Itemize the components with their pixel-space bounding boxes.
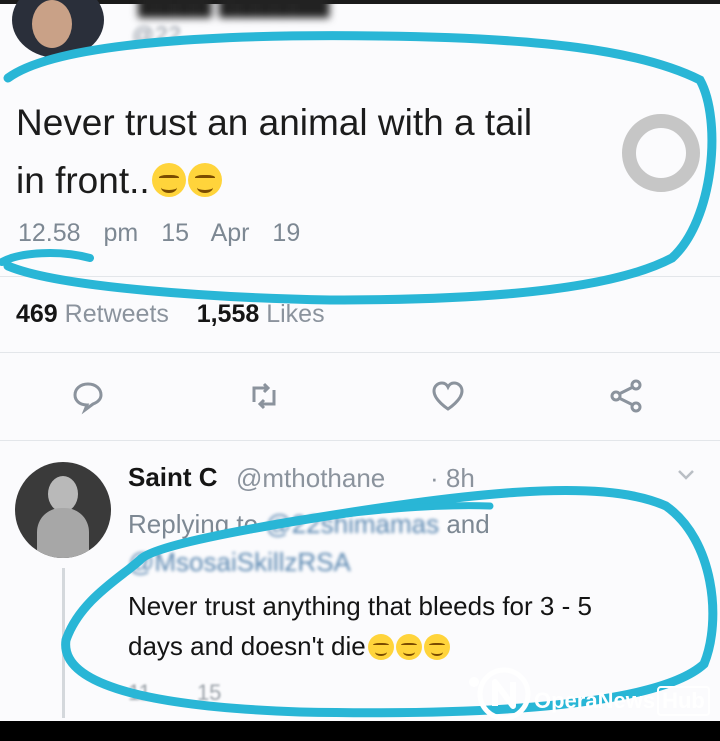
replying-to-user1[interactable]: @22shimamas	[265, 509, 439, 539]
tweet-timestamp: 12.58 pm 15 Apr 19	[18, 219, 300, 248]
like-icon	[432, 381, 464, 411]
reply-actions[interactable]: 11 15	[128, 680, 221, 706]
author-handle[interactable]: @22	[132, 22, 182, 48]
divider	[0, 352, 720, 353]
share-button[interactable]	[606, 376, 646, 416]
retweets-stat[interactable]: 469 Retweets	[16, 300, 169, 328]
grey-ring-icon	[622, 114, 700, 192]
replying-to: Replying to @22shimamas and @MsosaiSkill…	[128, 509, 490, 577]
divider	[0, 440, 720, 441]
retweet-button[interactable]	[244, 376, 284, 416]
reply-text-line2: days and doesn't die	[128, 631, 366, 661]
tweet-text: Never trust an animal with a tail in fro…	[16, 94, 636, 210]
reply-text: Never trust anything that bleeds for 3 -…	[128, 586, 688, 666]
reply-icon	[73, 382, 103, 415]
reply-time: · 8h	[430, 463, 475, 493]
like-button[interactable]	[428, 376, 468, 416]
reply-author-handle[interactable]: @mthothane	[236, 463, 385, 494]
thread-line	[62, 568, 65, 718]
tweet-stats: 469 Retweets 1,558 Likes	[16, 300, 325, 329]
grin-emoji-icon	[395, 634, 422, 660]
tweet-text-line1: Never trust an animal with a tail	[16, 102, 533, 143]
replying-to-user2[interactable]: @MsosaiSkillzRSA	[128, 547, 351, 577]
smirk-emoji-icon	[187, 163, 222, 197]
reply-avatar[interactable]	[15, 462, 111, 558]
divider	[0, 276, 720, 277]
author-avatar[interactable]	[12, 0, 104, 58]
top-bar	[0, 0, 720, 4]
bottom-strip	[0, 721, 720, 741]
likes-stat[interactable]: 1,558 Likes	[197, 300, 325, 328]
chevron-down-icon[interactable]	[676, 468, 696, 482]
tweet-text-line2: in front..	[16, 160, 150, 201]
tweet-time: 12.58 pm	[18, 219, 139, 247]
grin-emoji-icon	[367, 634, 394, 660]
watermark-text: OperaNews Hub	[534, 686, 710, 716]
tweet-screenshot: ████ ██████ @22 Never trust an animal wi…	[0, 0, 720, 721]
tweet-date: 15 Apr 19	[161, 219, 301, 247]
reply-author-name[interactable]: Saint C	[128, 462, 218, 493]
retweet-icon	[252, 382, 276, 410]
reply-button[interactable]	[68, 376, 108, 416]
reply-text-line1: Never trust anything that bleeds for 3 -…	[128, 591, 592, 621]
grin-emoji-icon	[423, 634, 450, 660]
share-icon	[610, 379, 642, 413]
author-name[interactable]: ████ ██████	[138, 0, 329, 17]
smirk-emoji-icon	[151, 163, 186, 197]
